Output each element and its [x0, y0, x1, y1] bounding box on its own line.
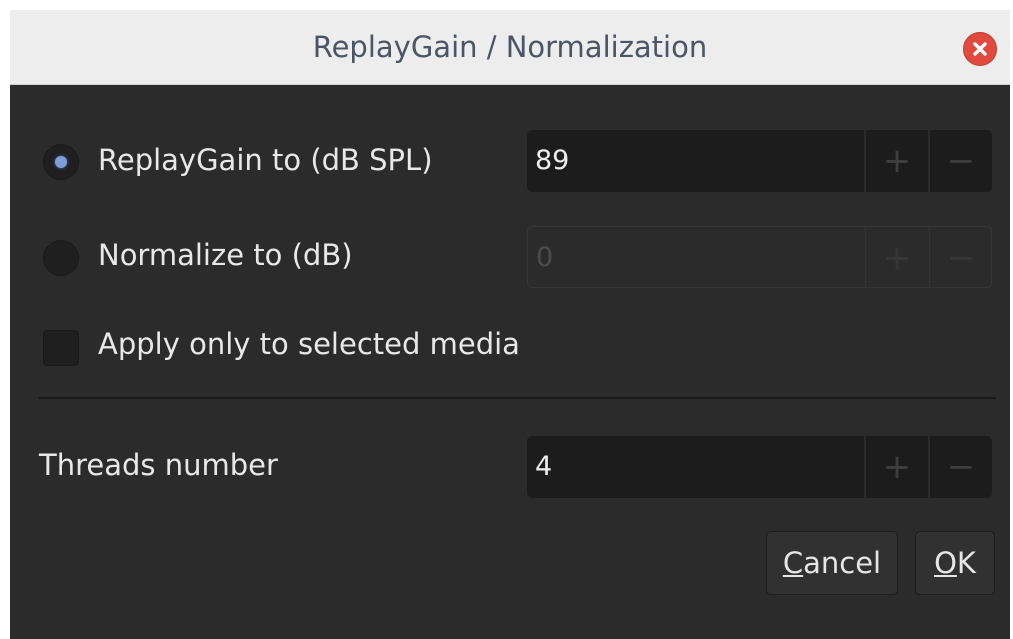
close-icon	[973, 42, 987, 56]
threads-label: Threads number	[39, 448, 278, 482]
threads-spinbox: 4 + −	[527, 436, 992, 498]
threads-input[interactable]: 4	[535, 436, 552, 498]
cancel-mnemonic: C	[782, 546, 804, 580]
separator	[39, 397, 996, 399]
normalize-spinbox: 0 + −	[527, 226, 992, 289]
dialog-title: ReplayGain / Normalization	[312, 30, 708, 64]
radio-selected-dot	[55, 156, 67, 168]
normalize-radio[interactable]	[43, 240, 79, 276]
apply-selected-checkbox[interactable]	[43, 330, 79, 366]
ok-label-rest: K	[956, 546, 976, 580]
replaygain-radio[interactable]	[43, 144, 79, 180]
replaygain-increment-button[interactable]: +	[864, 130, 928, 192]
close-button[interactable]	[963, 32, 997, 66]
replaygain-decrement-button[interactable]: −	[928, 130, 992, 192]
title-bar: ReplayGain / Normalization	[10, 10, 1010, 85]
normalize-increment-button: +	[865, 227, 928, 289]
ok-mnemonic: O	[934, 546, 957, 580]
normalize-input: 0	[536, 242, 554, 273]
replaygain-label[interactable]: ReplayGain to (dB SPL)	[98, 143, 433, 177]
apply-selected-label[interactable]: Apply only to selected media	[98, 327, 520, 361]
cancel-label-rest: ancel	[803, 546, 882, 580]
replaygain-dialog: ReplayGain / Normalization ReplayGain to…	[10, 10, 1010, 639]
normalize-label[interactable]: Normalize to (dB)	[98, 238, 353, 272]
threads-decrement-button[interactable]: −	[928, 436, 992, 498]
normalize-decrement-button: −	[929, 227, 992, 289]
replaygain-input[interactable]: 89	[535, 130, 569, 192]
ok-button[interactable]: OK	[915, 531, 995, 595]
threads-increment-button[interactable]: +	[864, 436, 928, 498]
cancel-button[interactable]: Cancel	[766, 531, 898, 595]
replaygain-spinbox: 89 + −	[527, 130, 992, 192]
